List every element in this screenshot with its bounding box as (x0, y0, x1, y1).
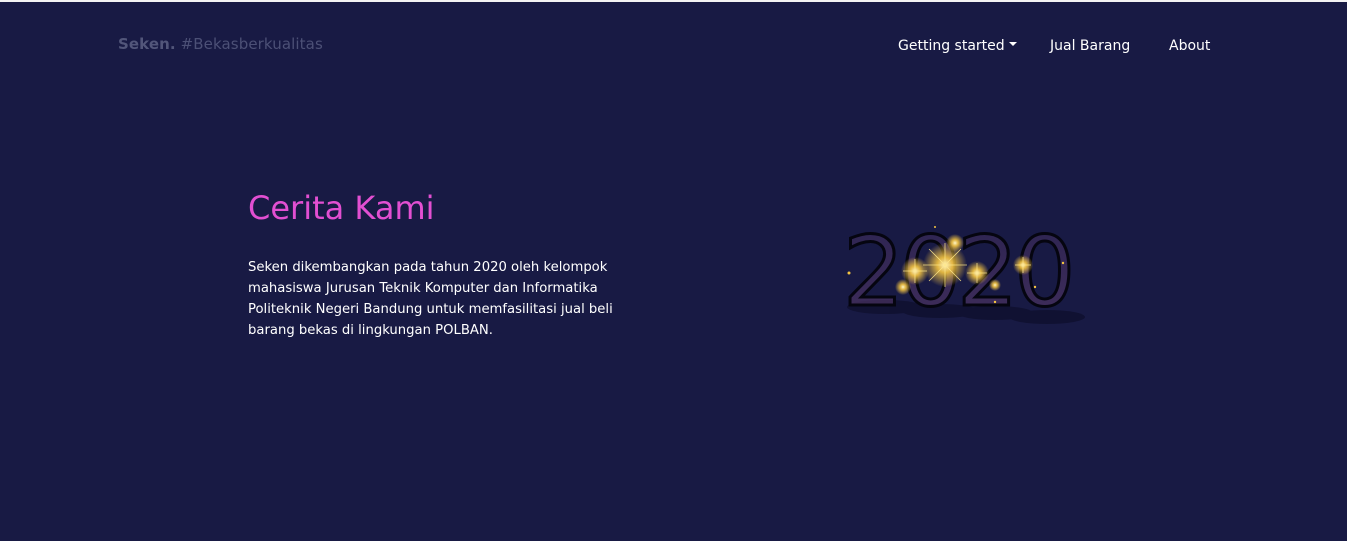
page: Seken. #Bekasberkualitas Getting started… (0, 0, 1347, 541)
year-2020-image: 2020 (842, 215, 1085, 330)
hero-title: Cerita Kami (248, 189, 435, 227)
nav-getting-started-label: Getting started (898, 38, 1005, 54)
nav-about[interactable]: About (1169, 37, 1210, 55)
year-2020-illustration: 2020 (835, 207, 1090, 337)
nav-links: Getting started Jual Barang About (0, 37, 1347, 57)
nav-getting-started-dropdown[interactable]: Getting started (898, 37, 1017, 55)
caret-down-icon (1008, 42, 1017, 46)
nav-jual-barang[interactable]: Jual Barang (1050, 37, 1130, 55)
hero-description: Seken dikembangkan pada tahun 2020 oleh … (248, 260, 613, 338)
navbar: Seken. #Bekasberkualitas Getting started… (0, 2, 1347, 90)
